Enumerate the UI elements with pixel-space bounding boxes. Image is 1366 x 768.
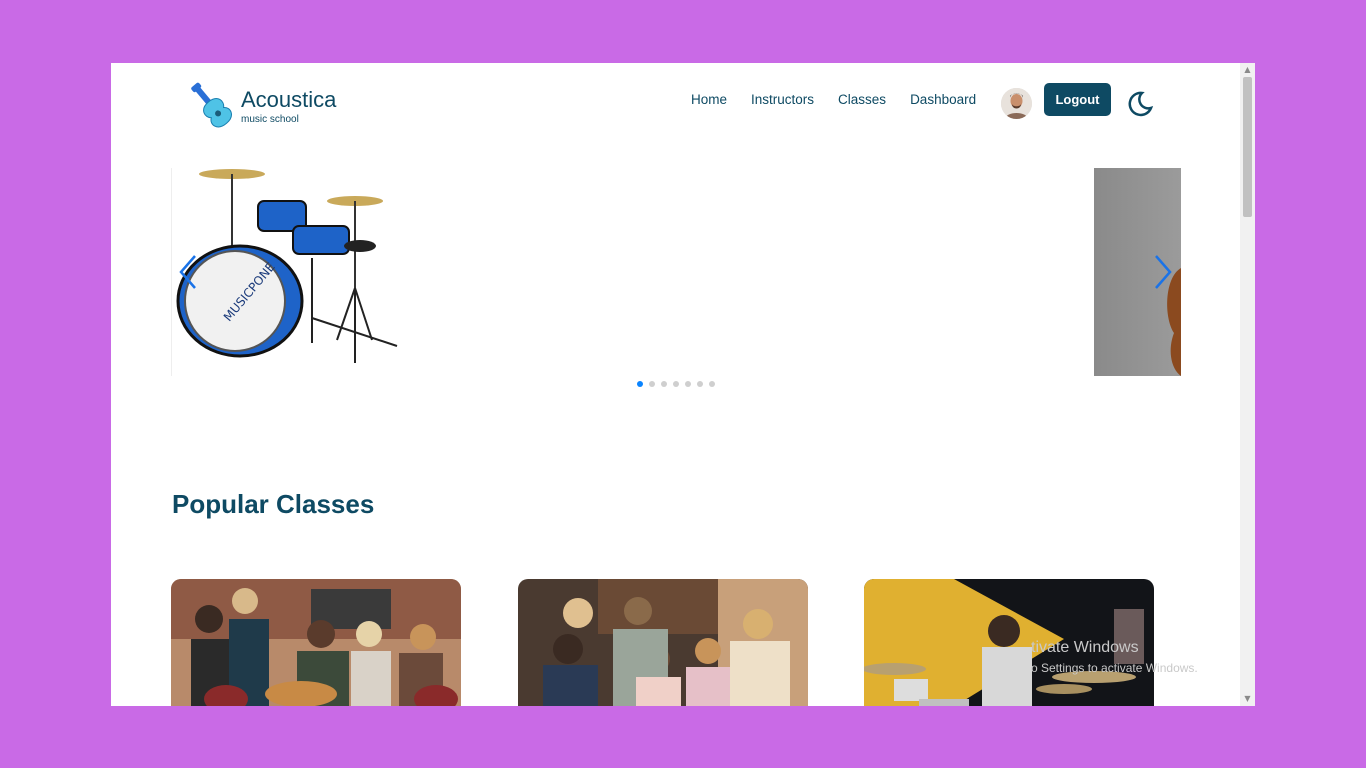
class-card[interactable] bbox=[171, 579, 461, 706]
nav-home[interactable]: Home bbox=[691, 92, 727, 108]
logout-button[interactable]: Logout bbox=[1044, 83, 1111, 116]
carousel-dot[interactable] bbox=[661, 381, 667, 387]
chevron-right-icon[interactable] bbox=[1152, 252, 1174, 292]
guitar-icon bbox=[191, 82, 232, 128]
brand-name: Acoustica bbox=[241, 87, 337, 112]
section-title-popular-classes: Popular Classes bbox=[172, 489, 375, 519]
user-avatar[interactable] bbox=[1001, 88, 1032, 119]
vertical-scrollbar[interactable]: ▲ ▼ bbox=[1240, 63, 1255, 706]
activation-watermark-sub: o Settings to activate Windows. bbox=[1031, 661, 1198, 675]
main-nav: Home Instructors Classes Dashboard bbox=[691, 92, 1000, 108]
class-card[interactable] bbox=[518, 579, 808, 706]
activation-watermark: tivate Windows bbox=[1031, 639, 1139, 656]
kids-singing-photo bbox=[518, 579, 808, 706]
carousel-dot[interactable] bbox=[709, 381, 715, 387]
nav-dashboard[interactable]: Dashboard bbox=[910, 92, 976, 108]
brand-tagline: music school bbox=[241, 114, 299, 125]
group-guitar-photo bbox=[171, 579, 461, 706]
chevron-left-icon[interactable] bbox=[177, 252, 199, 292]
scroll-up-icon[interactable]: ▲ bbox=[1240, 63, 1255, 77]
nav-instructors[interactable]: Instructors bbox=[751, 92, 814, 108]
logo[interactable]: Acoustica music school bbox=[185, 79, 336, 131]
carousel-dot[interactable] bbox=[697, 381, 703, 387]
moon-icon[interactable] bbox=[1124, 89, 1154, 119]
scroll-thumb[interactable] bbox=[1243, 77, 1252, 217]
browser-window: Acoustica music school Home Instructors … bbox=[111, 63, 1255, 706]
carousel-dot[interactable] bbox=[649, 381, 655, 387]
carousel-dots bbox=[637, 381, 715, 387]
carousel-dot[interactable] bbox=[637, 381, 643, 387]
carousel-dot[interactable] bbox=[673, 381, 679, 387]
drum-kit-image: MUSICPONE bbox=[171, 168, 412, 376]
carousel-dot[interactable] bbox=[685, 381, 691, 387]
nav-classes[interactable]: Classes bbox=[838, 92, 886, 108]
hero-carousel[interactable]: MUSICPONE bbox=[171, 168, 1181, 376]
scroll-down-icon[interactable]: ▼ bbox=[1240, 692, 1255, 706]
